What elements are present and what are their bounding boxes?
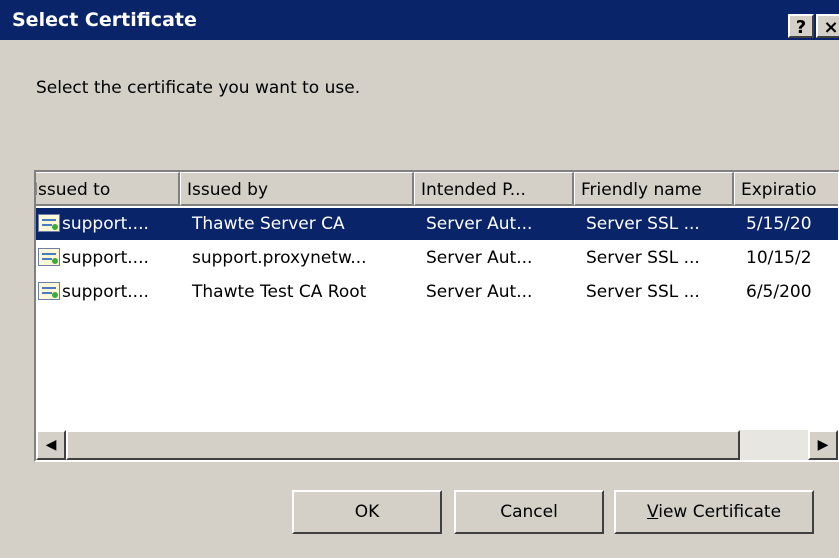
table-row[interactable]: support.... Thawte Test CA Root Server A… xyxy=(36,276,838,308)
column-header-friendly-name[interactable]: Friendly name xyxy=(574,172,734,206)
cell-issued-to: support.... xyxy=(62,282,149,302)
table-row[interactable]: support.... support.proxynetw... Server … xyxy=(36,242,838,274)
column-header-issued-by[interactable]: Issued by xyxy=(180,172,414,206)
column-header-intended-purposes[interactable]: Intended P... xyxy=(414,172,574,206)
cell-issued-by: Thawte Test CA Root xyxy=(192,282,367,302)
view-certificate-label: iew Certificate xyxy=(658,502,782,522)
scrollbar-thumb[interactable] xyxy=(66,430,740,460)
horizontal-scrollbar[interactable]: ◀ ▶ xyxy=(36,430,838,460)
view-certificate-button[interactable]: View Certificate xyxy=(614,490,814,534)
instruction-text: Select the certificate you want to use. xyxy=(36,78,361,98)
cell-issued-to: support.... xyxy=(62,214,149,234)
cell-expiration: 10/15/2 xyxy=(746,248,812,268)
close-button[interactable]: × xyxy=(816,14,839,38)
cell-friendly-name: Server SSL ... xyxy=(586,214,700,234)
list-header: Issued to Issued by Intended P... Friend… xyxy=(36,172,838,206)
scroll-right-button[interactable]: ▶ xyxy=(808,430,838,460)
column-header-issued-to[interactable]: Issued to xyxy=(36,172,180,206)
cell-issued-to: support.... xyxy=(62,248,149,268)
cell-issued-by: Thawte Server CA xyxy=(192,214,345,234)
cell-expiration: 5/15/20 xyxy=(746,214,812,234)
cell-friendly-name: Server SSL ... xyxy=(586,248,700,268)
cell-issued-by: support.proxynetw... xyxy=(192,248,367,268)
mnemonic-v: V xyxy=(646,502,659,522)
cancel-button[interactable]: Cancel xyxy=(454,490,604,534)
cell-expiration: 6/5/200 xyxy=(746,282,812,302)
cell-intended-purposes: Server Aut... xyxy=(426,282,533,302)
title-bar[interactable]: Select Certificate ? × xyxy=(0,0,839,40)
cell-intended-purposes: Server Aut... xyxy=(426,248,533,268)
window-title: Select Certificate xyxy=(12,9,197,31)
ok-button[interactable]: OK xyxy=(292,490,442,534)
cell-intended-purposes: Server Aut... xyxy=(426,214,533,234)
scroll-left-button[interactable]: ◀ xyxy=(36,430,66,460)
help-button[interactable]: ? xyxy=(788,14,814,38)
arrow-left-icon: ◀ xyxy=(45,437,57,453)
arrow-right-icon: ▶ xyxy=(817,437,829,453)
cell-friendly-name: Server SSL ... xyxy=(586,282,700,302)
table-row[interactable]: support.... Thawte Server CA Server Aut.… xyxy=(36,208,838,240)
column-header-expiration[interactable]: Expiratio xyxy=(734,172,838,206)
certificate-list[interactable]: Issued to Issued by Intended P... Friend… xyxy=(34,170,839,462)
